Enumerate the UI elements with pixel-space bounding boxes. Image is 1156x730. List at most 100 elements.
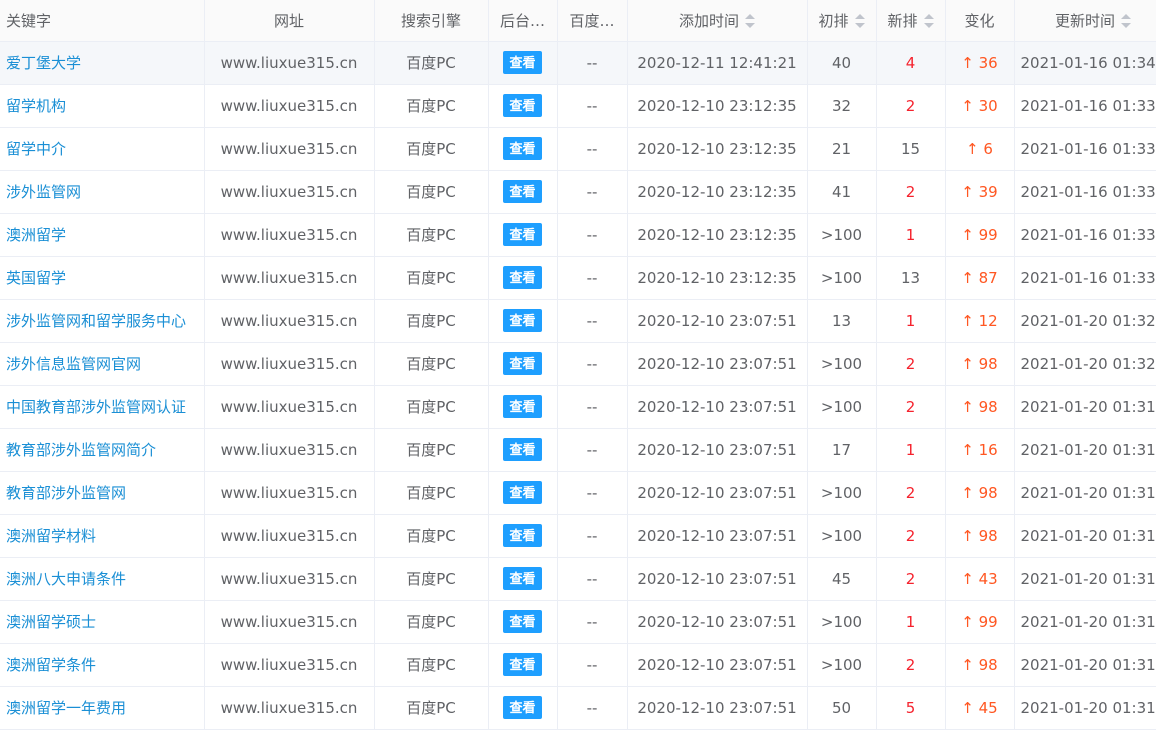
backend-cell: 查看 [488,600,558,644]
keyword-cell: 澳洲留学一年费用 [0,686,205,730]
view-button[interactable]: 查看 [503,438,542,461]
engine-cell: 百度PC [374,471,489,515]
keyword-link[interactable]: 中国教育部涉外监管网认证 [6,398,186,416]
initial-rank-cell: >100 [807,600,877,644]
view-button[interactable]: 查看 [503,94,542,117]
keyword-link[interactable]: 英国留学 [6,269,66,287]
view-button[interactable]: 查看 [503,395,542,418]
rank-change-cell: ↑ 12 [945,299,1015,343]
engine-cell: 百度PC [374,213,489,257]
table-row[interactable]: 涉外监管网和留学服务中心 www.liuxue315.cn 百度PC 查看 -- 2020… [0,299,1156,343]
keyword-link[interactable]: 爱丁堡大学 [6,54,81,72]
new-rank-cell: 1 [876,299,946,343]
keyword-rank-table: 关键字 网址 搜索引擎 后台… 百度… 添加时间 初排 新排 变化 更新时间 爱… [0,0,1156,730]
new-rank-cell: 2 [876,84,946,128]
table-row[interactable]: 澳洲留学 www.liuxue315.cn 百度PC 查看 -- 2020-12-10 2… [0,213,1156,257]
view-button[interactable]: 查看 [503,653,542,676]
initial-rank-cell: 50 [807,686,877,730]
added-time-cell: 2020-12-10 23:07:51 [627,428,808,472]
keyword-link[interactable]: 教育部涉外监管网简介 [6,441,156,459]
keyword-link[interactable]: 澳洲留学一年费用 [6,699,126,717]
keyword-link[interactable]: 澳洲留学条件 [6,656,96,674]
view-button[interactable]: 查看 [503,696,542,719]
keyword-link[interactable]: 涉外监管网和留学服务中心 [6,312,186,330]
engine-cell: 百度PC [374,256,489,300]
view-button[interactable]: 查看 [503,51,542,74]
baidu-cell: -- [557,256,628,300]
baidu-cell: -- [557,170,628,214]
backend-cell: 查看 [488,686,558,730]
view-button[interactable]: 查看 [503,137,542,160]
url-cell: www.liuxue315.cn [204,643,375,687]
keyword-cell: 澳洲留学硕士 [0,600,205,644]
keyword-link[interactable]: 留学中介 [6,140,66,158]
table-row[interactable]: 澳洲留学硕士 www.liuxue315.cn 百度PC 查看 -- 2020-12-10… [0,600,1156,644]
view-button[interactable]: 查看 [503,223,542,246]
sort-icon[interactable] [854,14,865,29]
table-row[interactable]: 涉外监管网 www.liuxue315.cn 百度PC 查看 -- 2020-12-10 … [0,170,1156,214]
sort-icon[interactable] [923,14,934,29]
column-header-initial[interactable]: 初排 [807,0,877,42]
updated-time-cell: 2021-01-16 01:33:4 [1014,256,1156,300]
table-row[interactable]: 澳洲留学材料 www.liuxue315.cn 百度PC 查看 -- 2020-12-10… [0,514,1156,558]
new-rank-cell: 4 [876,41,946,85]
table-row[interactable]: 教育部涉外监管网简介 www.liuxue315.cn 百度PC 查看 -- 2020-1… [0,428,1156,472]
column-header-new[interactable]: 新排 [876,0,946,42]
rank-change-cell: ↑ 98 [945,514,1015,558]
table-row[interactable]: 爱丁堡大学 www.liuxue315.cn 百度PC 查看 -- 2020-12-11 … [0,41,1156,85]
column-header-url: 网址 [204,0,375,42]
engine-cell: 百度PC [374,600,489,644]
updated-time-cell: 2021-01-16 01:33:3 [1014,127,1156,171]
keyword-link[interactable]: 澳洲留学 [6,226,66,244]
table-row[interactable]: 中国教育部涉外监管网认证 www.liuxue315.cn 百度PC 查看 -- 2020… [0,385,1156,429]
engine-cell: 百度PC [374,41,489,85]
initial-rank-cell: >100 [807,342,877,386]
table-row[interactable]: 涉外信息监管网官网 www.liuxue315.cn 百度PC 查看 -- 2020-12… [0,342,1156,386]
column-header-updated[interactable]: 更新时间 [1014,0,1156,42]
added-time-cell: 2020-12-10 23:12:35 [627,127,808,171]
keyword-link[interactable]: 留学机构 [6,97,66,115]
view-button[interactable]: 查看 [503,524,542,547]
keyword-link[interactable]: 教育部涉外监管网 [6,484,126,502]
table-row[interactable]: 澳洲留学条件 www.liuxue315.cn 百度PC 查看 -- 2020-12-10… [0,643,1156,687]
added-time-cell: 2020-12-10 23:07:51 [627,342,808,386]
updated-time-cell: 2021-01-16 01:33:4 [1014,84,1156,128]
table-row[interactable]: 留学机构 www.liuxue315.cn 百度PC 查看 -- 2020-12-10 2… [0,84,1156,128]
sort-icon[interactable] [745,14,755,29]
updated-time-cell: 2021-01-20 01:31:4 [1014,600,1156,644]
url-cell: www.liuxue315.cn [204,557,375,601]
backend-cell: 查看 [488,256,558,300]
column-header-engine: 搜索引擎 [374,0,489,42]
rank-change-cell: ↑ 87 [945,256,1015,300]
url-cell: www.liuxue315.cn [204,514,375,558]
keyword-link[interactable]: 澳洲留学硕士 [6,613,96,631]
table-row[interactable]: 英国留学 www.liuxue315.cn 百度PC 查看 -- 2020-12-10 2… [0,256,1156,300]
table-row[interactable]: 澳洲八大申请条件 www.liuxue315.cn 百度PC 查看 -- 2020-12-… [0,557,1156,601]
backend-cell: 查看 [488,514,558,558]
table-row[interactable]: 留学中介 www.liuxue315.cn 百度PC 查看 -- 2020-12-10 2… [0,127,1156,171]
updated-time-cell: 2021-01-16 01:33:5 [1014,170,1156,214]
keyword-link[interactable]: 澳洲八大申请条件 [6,570,126,588]
view-button[interactable]: 查看 [503,180,542,203]
engine-cell: 百度PC [374,686,489,730]
backend-cell: 查看 [488,643,558,687]
backend-cell: 查看 [488,428,558,472]
updated-time-cell: 2021-01-20 01:31:5 [1014,385,1156,429]
rank-change-cell: ↑ 45 [945,686,1015,730]
keyword-cell: 涉外监管网 [0,170,205,214]
table-row[interactable]: 澳洲留学一年费用 www.liuxue315.cn 百度PC 查看 -- 2020-12-… [0,686,1156,730]
view-button[interactable]: 查看 [503,309,542,332]
keyword-link[interactable]: 涉外信息监管网官网 [6,355,141,373]
view-button[interactable]: 查看 [503,481,542,504]
view-button[interactable]: 查看 [503,610,542,633]
keyword-link[interactable]: 涉外监管网 [6,183,81,201]
backend-cell: 查看 [488,170,558,214]
view-button[interactable]: 查看 [503,352,542,375]
view-button[interactable]: 查看 [503,567,542,590]
column-header-added[interactable]: 添加时间 [627,0,808,42]
keyword-link[interactable]: 澳洲留学材料 [6,527,96,545]
view-button[interactable]: 查看 [503,266,542,289]
backend-cell: 查看 [488,127,558,171]
table-row[interactable]: 教育部涉外监管网 www.liuxue315.cn 百度PC 查看 -- 2020-12-… [0,471,1156,515]
sort-icon[interactable] [1121,14,1131,29]
